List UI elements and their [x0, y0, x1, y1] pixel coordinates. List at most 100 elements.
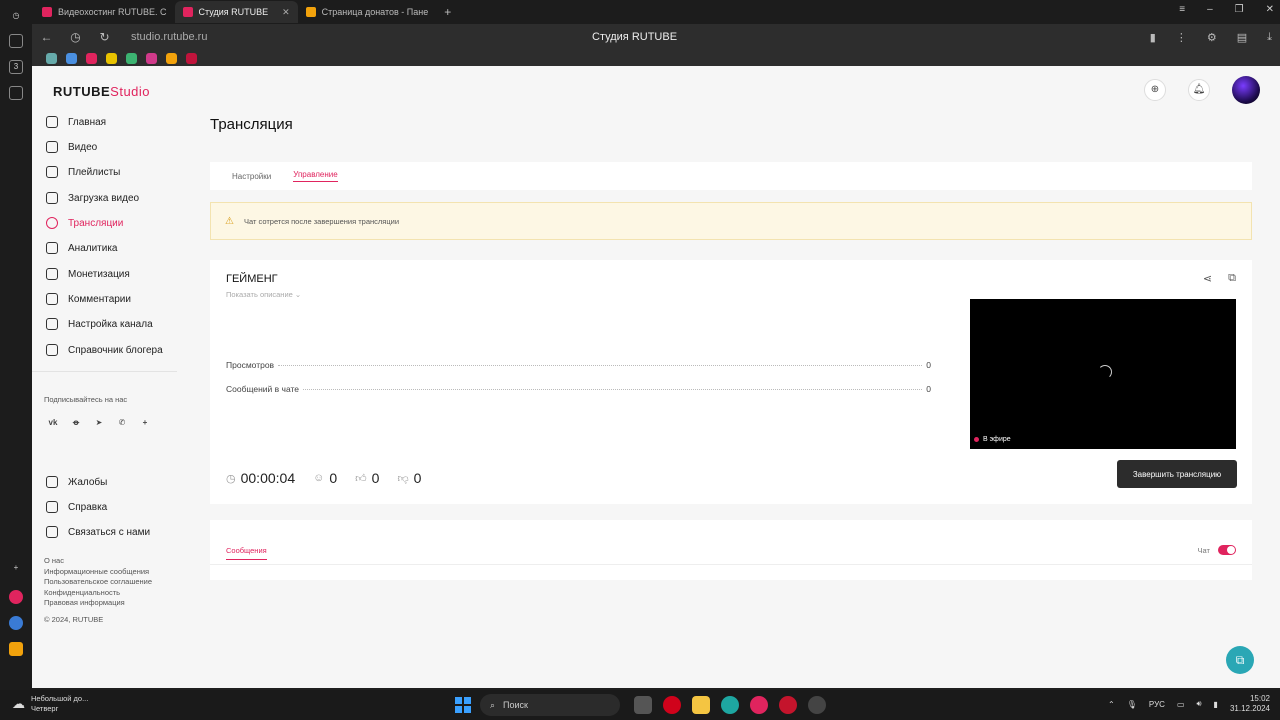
bookmark-7-icon[interactable] [166, 52, 177, 64]
dock-add-icon[interactable]: + [9, 562, 23, 576]
tab-management[interactable]: Управление [293, 170, 338, 182]
weekday-text: Четверг [31, 704, 59, 713]
sidebar-item-broadcasts[interactable]: Трансляции [46, 215, 123, 231]
ok-icon[interactable]: ꝋ [70, 417, 82, 429]
support-chat-icon[interactable]: ⧉ [1226, 646, 1254, 674]
footer-link-about[interactable]: О нас [44, 556, 152, 567]
close-tab-icon[interactable]: ✕ [282, 7, 290, 18]
menu-icon[interactable]: ≡ [1179, 4, 1185, 15]
url-field[interactable]: studio.rutube.ru [131, 31, 207, 43]
minimize-icon[interactable]: – [1207, 4, 1213, 15]
restore-icon[interactable]: ❐ [1235, 4, 1244, 15]
bookmark-4-icon[interactable] [106, 52, 117, 64]
sidebar-item-comments[interactable]: Комментарии [46, 291, 131, 307]
sidebar-item-monetization[interactable]: Монетизация [46, 266, 130, 282]
yandex-browser-icon[interactable] [750, 696, 768, 714]
sidebar-item-analytics[interactable]: Аналитика [46, 240, 118, 256]
footer-link-privacy[interactable]: Конфиденциальность [44, 588, 152, 599]
rutube-studio-logo[interactable]: RUTUBEStudio [53, 84, 150, 99]
tab-label: Видеохостинг RUTUBE. С [58, 7, 167, 17]
notifications-bell-icon[interactable]: 🔔︎ [1188, 79, 1210, 101]
bookmark-2-icon[interactable] [66, 52, 77, 64]
footer-link-terms[interactable]: Пользовательское соглашение [44, 577, 152, 588]
download-icon[interactable]: ⤓ [1267, 31, 1272, 44]
telegram-icon[interactable]: ➤ [93, 417, 105, 429]
battery-icon[interactable]: ▮ [1214, 700, 1218, 709]
dock-mail-icon[interactable] [9, 616, 23, 630]
browser-tab-3[interactable]: Страница донатов - Пане [298, 1, 437, 23]
avatar[interactable] [1232, 76, 1260, 104]
sidebar-item-help[interactable]: Справка [46, 499, 107, 515]
language-indicator[interactable]: РУС [1149, 700, 1165, 709]
external-link-icon[interactable]: ⧉ [1228, 272, 1236, 285]
history-icon[interactable]: ◷ [61, 30, 90, 44]
sidebar-item-channel-settings[interactable]: Настройка канала [46, 316, 153, 332]
browser-tab-1[interactable]: Видеохостинг RUTUBE. С [34, 1, 175, 23]
opera-icon[interactable] [663, 696, 681, 714]
footer-link-legal[interactable]: Правовая информация [44, 598, 152, 609]
dock-workspace-icon[interactable]: 3 [9, 60, 23, 74]
dock-app-1-icon[interactable] [9, 590, 23, 604]
reload-icon[interactable]: ↻ [90, 30, 119, 44]
tab-settings[interactable]: Настройки [232, 172, 271, 181]
new-tab-button[interactable]: + [436, 1, 459, 23]
volume-icon[interactable]: 🔊︎ [1197, 699, 1202, 709]
back-icon[interactable]: ← [32, 30, 61, 44]
tab-label: Страница донатов - Пане [321, 7, 429, 17]
stat-label: Сообщений в чате [226, 384, 300, 394]
live-badge: В эфире [974, 436, 1011, 443]
windows-start-icon[interactable] [455, 697, 471, 713]
network-icon[interactable]: ▭ [1177, 700, 1185, 709]
bookmark-8-icon[interactable] [186, 52, 197, 64]
sidebar-item-upload[interactable]: Загрузка видео [46, 190, 139, 206]
chat-toggle[interactable]: Чат [1198, 545, 1236, 555]
search-placeholder: Поиск [503, 700, 528, 710]
dot-leader [303, 389, 923, 390]
more-icon[interactable]: ⋮ [1176, 31, 1187, 44]
viber-icon[interactable]: ✆ [116, 417, 128, 429]
bookmark-3-icon[interactable] [86, 52, 97, 64]
bookmark-6-icon[interactable] [146, 52, 157, 64]
extensions-icon[interactable]: ⚙ [1207, 31, 1217, 44]
weather-widget[interactable]: ☁ Небольшой до... Четверг [12, 694, 88, 714]
tab-messages[interactable]: Сообщения [226, 546, 267, 560]
vk-icon[interactable]: vk [47, 417, 59, 429]
bookmark-1-icon[interactable] [46, 52, 57, 64]
clock[interactable]: 15:02 31.12.2024 [1230, 694, 1270, 714]
collections-icon[interactable]: ▤ [1237, 31, 1247, 44]
dock-tabs-icon[interactable] [9, 34, 23, 48]
bookmark-icon[interactable]: ▮ [1150, 31, 1156, 44]
sidebar-item-home[interactable]: Главная [46, 114, 106, 130]
taskview-icon[interactable] [634, 696, 652, 714]
close-window-icon[interactable]: ✕ [1266, 4, 1274, 15]
sidebar-item-video[interactable]: Видео [46, 139, 97, 155]
sidebar-item-complaints[interactable]: Жалобы [46, 474, 107, 490]
dislikes-counter: 👎︎ 0 [397, 470, 421, 486]
share-icon[interactable]: ⋖ [1203, 272, 1212, 285]
mic-icon[interactable]: 🎙︎ [1127, 700, 1137, 709]
upload-video-icon[interactable]: ⊕ [1144, 79, 1166, 101]
opera-gx-icon[interactable] [779, 696, 797, 714]
dock-clock-icon[interactable]: ◷ [9, 10, 23, 24]
end-broadcast-button[interactable]: Завершить трансляцию [1117, 460, 1237, 488]
chat-switch[interactable] [1218, 545, 1236, 555]
sidebar-item-label: Комментарии [68, 293, 131, 305]
explorer-icon[interactable] [692, 696, 710, 714]
stream-preview-player[interactable]: В эфире [970, 299, 1236, 449]
browser-tab-2[interactable]: Студия RUTUBE ✕ [174, 1, 298, 23]
sidebar-item-playlists[interactable]: Плейлисты [46, 164, 120, 180]
edge-icon[interactable] [721, 696, 739, 714]
taskbar-search[interactable]: ⌕ Поиск [480, 694, 620, 716]
dislikes-value: 0 [413, 470, 422, 486]
dock-app-3-icon[interactable] [9, 642, 23, 656]
chevron-up-icon[interactable]: ⌃ [1108, 700, 1115, 709]
bookmark-5-icon[interactable] [126, 52, 137, 64]
app-icon[interactable] [808, 696, 826, 714]
more-socials-icon[interactable]: + [139, 417, 151, 429]
sidebar-item-blogger-guide[interactable]: Справочник блогера [46, 342, 163, 358]
sidebar-item-contact[interactable]: Связаться с нами [46, 524, 150, 540]
show-description-toggle[interactable]: Показать описание ⌄ [226, 290, 301, 299]
footer-link-info[interactable]: Информационные сообщения [44, 567, 152, 578]
dock-panel-icon[interactable] [9, 86, 23, 100]
chat-card: Сообщения Чат [210, 520, 1252, 580]
